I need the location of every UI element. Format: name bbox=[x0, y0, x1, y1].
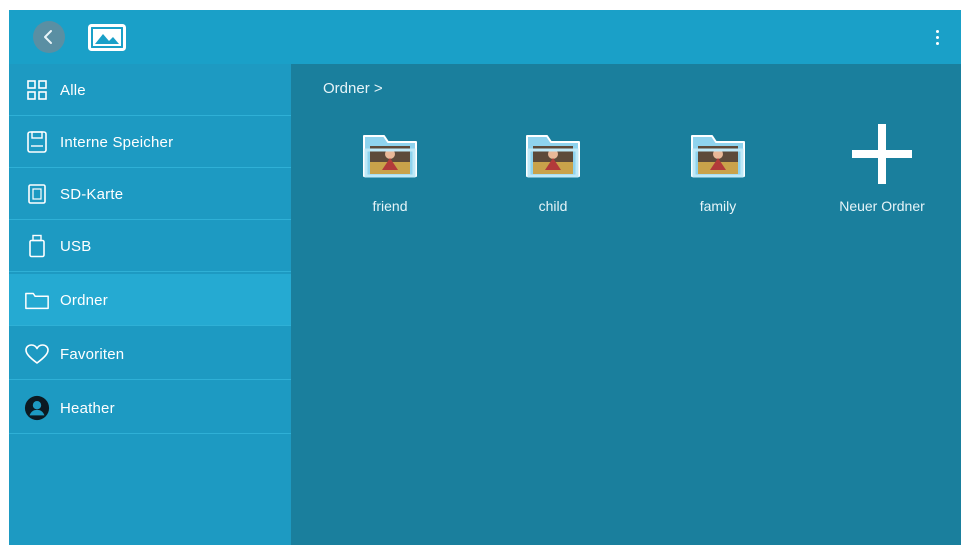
sidebar-item-label: USB bbox=[60, 237, 92, 255]
folder-label: friend bbox=[372, 198, 408, 214]
folder-tile-child[interactable]: child bbox=[498, 122, 608, 222]
divider bbox=[9, 271, 291, 272]
sidebar: Alle Interne Speicher SD-Karte USB Ordne… bbox=[9, 64, 291, 545]
divider bbox=[9, 433, 291, 434]
grid-icon bbox=[24, 77, 50, 103]
new-folder-button[interactable]: Neuer Ordner bbox=[827, 122, 937, 222]
image-icon[interactable] bbox=[88, 24, 126, 51]
divider bbox=[9, 379, 291, 380]
content-area: Ordner > friend child family Neuer Ordne… bbox=[291, 64, 961, 545]
sidebar-item-label: Interne Speicher bbox=[60, 133, 174, 151]
sidebar-item-alle[interactable]: Alle bbox=[9, 64, 291, 116]
sidebar-item-label: Heather bbox=[60, 399, 115, 417]
breadcrumb[interactable]: Ordner > bbox=[323, 80, 383, 97]
usb-icon bbox=[24, 233, 50, 259]
sidebar-item-label: Favoriten bbox=[60, 345, 125, 363]
sidebar-item-interne-speicher[interactable]: Interne Speicher bbox=[9, 116, 291, 168]
sidebar-item-ordner[interactable]: Ordner bbox=[9, 274, 291, 326]
sd-card-icon bbox=[24, 181, 50, 207]
app-window: Alle Interne Speicher SD-Karte USB Ordne… bbox=[9, 10, 961, 545]
internal-storage-icon bbox=[24, 129, 50, 155]
chevron-left-icon bbox=[44, 30, 52, 44]
sidebar-item-label: Alle bbox=[60, 81, 86, 99]
photo-folder-icon bbox=[526, 135, 580, 178]
more-menu-button[interactable] bbox=[927, 24, 947, 50]
user-avatar-icon bbox=[24, 395, 50, 421]
back-button[interactable] bbox=[33, 21, 65, 53]
divider bbox=[9, 325, 291, 326]
sidebar-item-heather[interactable]: Heather bbox=[9, 382, 291, 434]
menu-dot bbox=[935, 35, 939, 39]
sidebar-item-usb[interactable]: USB bbox=[9, 220, 291, 272]
sidebar-item-sd-karte[interactable]: SD-Karte bbox=[9, 168, 291, 220]
menu-dot bbox=[935, 41, 939, 45]
photo-folder-icon bbox=[691, 135, 745, 178]
folder-label: family bbox=[699, 198, 737, 214]
folder-tile-friend[interactable]: friend bbox=[335, 122, 445, 222]
photo-folder-icon bbox=[363, 135, 417, 178]
new-folder-label: Neuer Ordner bbox=[839, 198, 925, 214]
sidebar-item-label: SD-Karte bbox=[60, 185, 124, 203]
sidebar-item-favoriten[interactable]: Favoriten bbox=[9, 328, 291, 380]
menu-dot bbox=[935, 29, 939, 33]
folder-icon bbox=[24, 287, 50, 313]
sidebar-item-label: Ordner bbox=[60, 291, 108, 309]
top-bar bbox=[9, 10, 961, 64]
folder-tile-family[interactable]: family bbox=[663, 122, 773, 222]
folder-label: child bbox=[538, 198, 568, 214]
heart-icon bbox=[24, 341, 50, 367]
plus-icon bbox=[852, 124, 912, 184]
